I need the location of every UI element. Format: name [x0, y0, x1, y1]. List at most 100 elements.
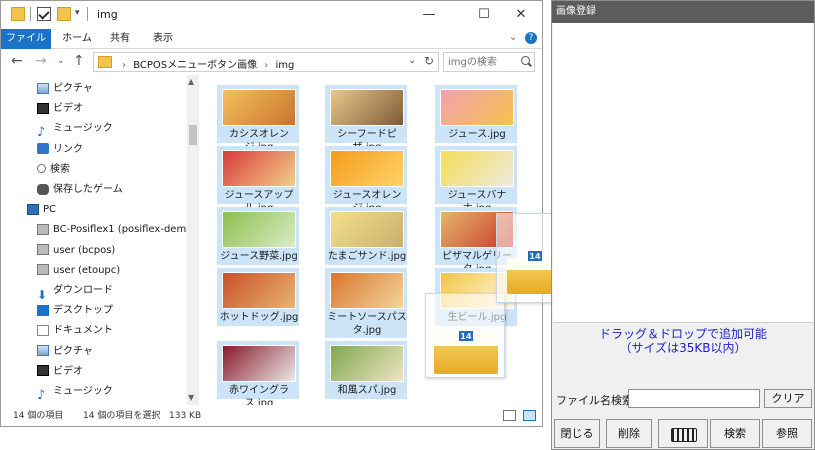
network-drive-icon: [37, 244, 49, 256]
file-name: たまごサンド.jpg: [327, 251, 407, 262]
image-drop-zone[interactable]: [553, 23, 813, 323]
image-thumbnail: [222, 272, 296, 309]
nav-item[interactable]: ドキュメント: [37, 321, 113, 341]
file-tile[interactable]: 和風スパ.jpg: [325, 341, 407, 399]
window-title: img: [97, 8, 118, 21]
tab-home[interactable]: ホーム: [57, 29, 97, 49]
file-tile[interactable]: ジュースバナナ.jpg: [435, 146, 517, 214]
filename-search-input[interactable]: [628, 389, 760, 408]
nav-item-label: user (etoupc): [53, 264, 121, 276]
delete-button[interactable]: 削除: [606, 419, 652, 448]
nav-item[interactable]: BC-Posiflex1 (posiflex-demo): [37, 220, 196, 240]
videos-icon: [37, 102, 49, 114]
image-thumbnail: [222, 211, 296, 248]
nav-item[interactable]: ⬇ ダウンロード: [37, 281, 113, 302]
navigation-scrollbar[interactable]: ▲ ▼: [187, 75, 199, 405]
nav-item[interactable]: 保存したゲーム: [37, 180, 123, 200]
file-tile[interactable]: ジュースオレンジ.jpg: [325, 146, 407, 214]
folder-icon: [98, 56, 112, 68]
nav-item[interactable]: PC: [27, 200, 56, 220]
nav-item-label: ビデオ: [53, 365, 83, 377]
file-name: ジュース.jpg: [448, 129, 506, 140]
nav-item-label: ビデオ: [53, 103, 83, 115]
nav-item[interactable]: ビデオ: [37, 99, 83, 119]
nav-item[interactable]: user (bcpos): [37, 241, 115, 261]
file-tile[interactable]: ミートソースパスタ.jpg: [325, 268, 407, 338]
nav-item-label: ミュージック: [53, 386, 113, 397]
image-thumbnail: [222, 150, 296, 187]
help-icon[interactable]: ?: [525, 32, 537, 44]
selected-count: 14 個の項目を選択: [83, 411, 161, 421]
videos-icon: [37, 365, 49, 377]
search-box[interactable]: [443, 52, 535, 72]
scrollbar-thumb[interactable]: [189, 125, 197, 145]
forward-arrow-icon[interactable]: →: [35, 53, 47, 69]
selection-size: 133 KB: [169, 411, 202, 421]
breadcrumb-item[interactable]: BCPOSメニューボタン画像: [133, 60, 257, 71]
scroll-down-icon[interactable]: ▼: [188, 393, 194, 402]
status-bar: 14 個の項目 14 個の項目を選択 133 KB: [1, 405, 542, 426]
nav-item[interactable]: ビデオ: [37, 362, 83, 382]
keyboard-button[interactable]: [658, 419, 708, 448]
file-tile[interactable]: ジュース.jpg: [435, 85, 517, 143]
close-button[interactable]: ✕: [498, 1, 542, 29]
nav-item-label: デスクトップ: [53, 305, 113, 317]
window-title: 画像登録: [552, 1, 814, 23]
tab-share[interactable]: 共有: [105, 29, 135, 49]
pictures-icon: [37, 82, 49, 94]
search-button[interactable]: 検索: [710, 419, 760, 448]
customize-toolbar-icon[interactable]: ▾: [75, 8, 80, 18]
up-arrow-icon[interactable]: ↑: [73, 53, 85, 69]
chevron-down-icon[interactable]: ⌄: [408, 55, 416, 66]
file-tile[interactable]: シーフードピザ.jpg: [325, 85, 407, 153]
minimize-button[interactable]: —: [406, 1, 452, 29]
nav-item-label: ピクチャ: [53, 345, 93, 357]
file-tile[interactable]: ホットドッグ.jpg: [217, 268, 299, 326]
nav-item[interactable]: 検索: [37, 160, 70, 180]
music-icon: ♪: [37, 124, 46, 140]
nav-item-label: リンク: [53, 143, 83, 155]
clear-button[interactable]: クリア: [764, 389, 812, 408]
file-tile[interactable]: ジュースアップル.jpg: [217, 146, 299, 214]
nav-item[interactable]: user (etoupc): [37, 261, 120, 281]
nav-item[interactable]: ♪ ミュージック: [37, 382, 113, 403]
search-icon[interactable]: [521, 56, 530, 65]
scroll-up-icon[interactable]: ▲: [188, 77, 194, 86]
close-button[interactable]: 閉じる: [554, 419, 600, 448]
properties-icon[interactable]: [37, 7, 51, 21]
nav-item[interactable]: ピクチャ: [37, 79, 93, 99]
nav-item[interactable]: リンク: [37, 140, 83, 160]
search-input[interactable]: [448, 53, 518, 71]
nav-item-label: BC-Posiflex1 (posiflex-demo): [53, 224, 197, 236]
nav-item-label: 保存したゲーム: [53, 184, 123, 195]
nav-item-label: user (bcpos): [53, 244, 116, 256]
back-arrow-icon[interactable]: ←: [11, 53, 23, 69]
drag-count-badge: 14: [527, 250, 543, 262]
file-tile[interactable]: ジュース野菜.jpg: [217, 207, 299, 265]
nav-item-label: ピクチャ: [53, 83, 93, 94]
breadcrumb-separator-icon: ›: [264, 60, 269, 71]
nav-item[interactable]: デスクトップ: [37, 301, 113, 321]
image-thumbnail: [330, 211, 404, 248]
nav-item[interactable]: ピクチャ: [37, 342, 93, 362]
tab-view[interactable]: 表示: [147, 29, 179, 49]
tab-file[interactable]: ファイル: [1, 29, 51, 49]
browse-button[interactable]: 参照: [762, 419, 812, 448]
file-tile[interactable]: カシスオレンジ.jpg: [217, 85, 299, 153]
large-icons-view-icon[interactable]: [523, 410, 536, 421]
breadcrumb-item[interactable]: img: [275, 60, 294, 71]
expand-ribbon-icon[interactable]: ⌄: [509, 32, 517, 43]
recent-locations-icon[interactable]: ⌄: [57, 56, 65, 66]
toolbar-divider: [30, 7, 31, 21]
toolbar-divider: [87, 7, 88, 21]
nav-item[interactable]: ♪ ミュージック: [37, 119, 113, 140]
refresh-icon[interactable]: ↻: [424, 54, 434, 68]
file-tile[interactable]: たまごサンド.jpg: [325, 207, 407, 265]
file-tile[interactable]: 赤ワイングラス.jpg: [217, 341, 299, 409]
navigation-pane: ピクチャ ビデオ ♪ ミュージック リンク 検索 保存したゲーム PC BC-Posiflex1…: [1, 75, 201, 405]
details-view-icon[interactable]: [503, 410, 516, 421]
new-folder-icon[interactable]: [57, 7, 71, 21]
address-bar[interactable]: › BCPOSメニューボタン画像 › img ⌄ ↻: [93, 52, 439, 72]
pc-icon: [27, 203, 39, 215]
desktop-icon: [37, 304, 49, 316]
